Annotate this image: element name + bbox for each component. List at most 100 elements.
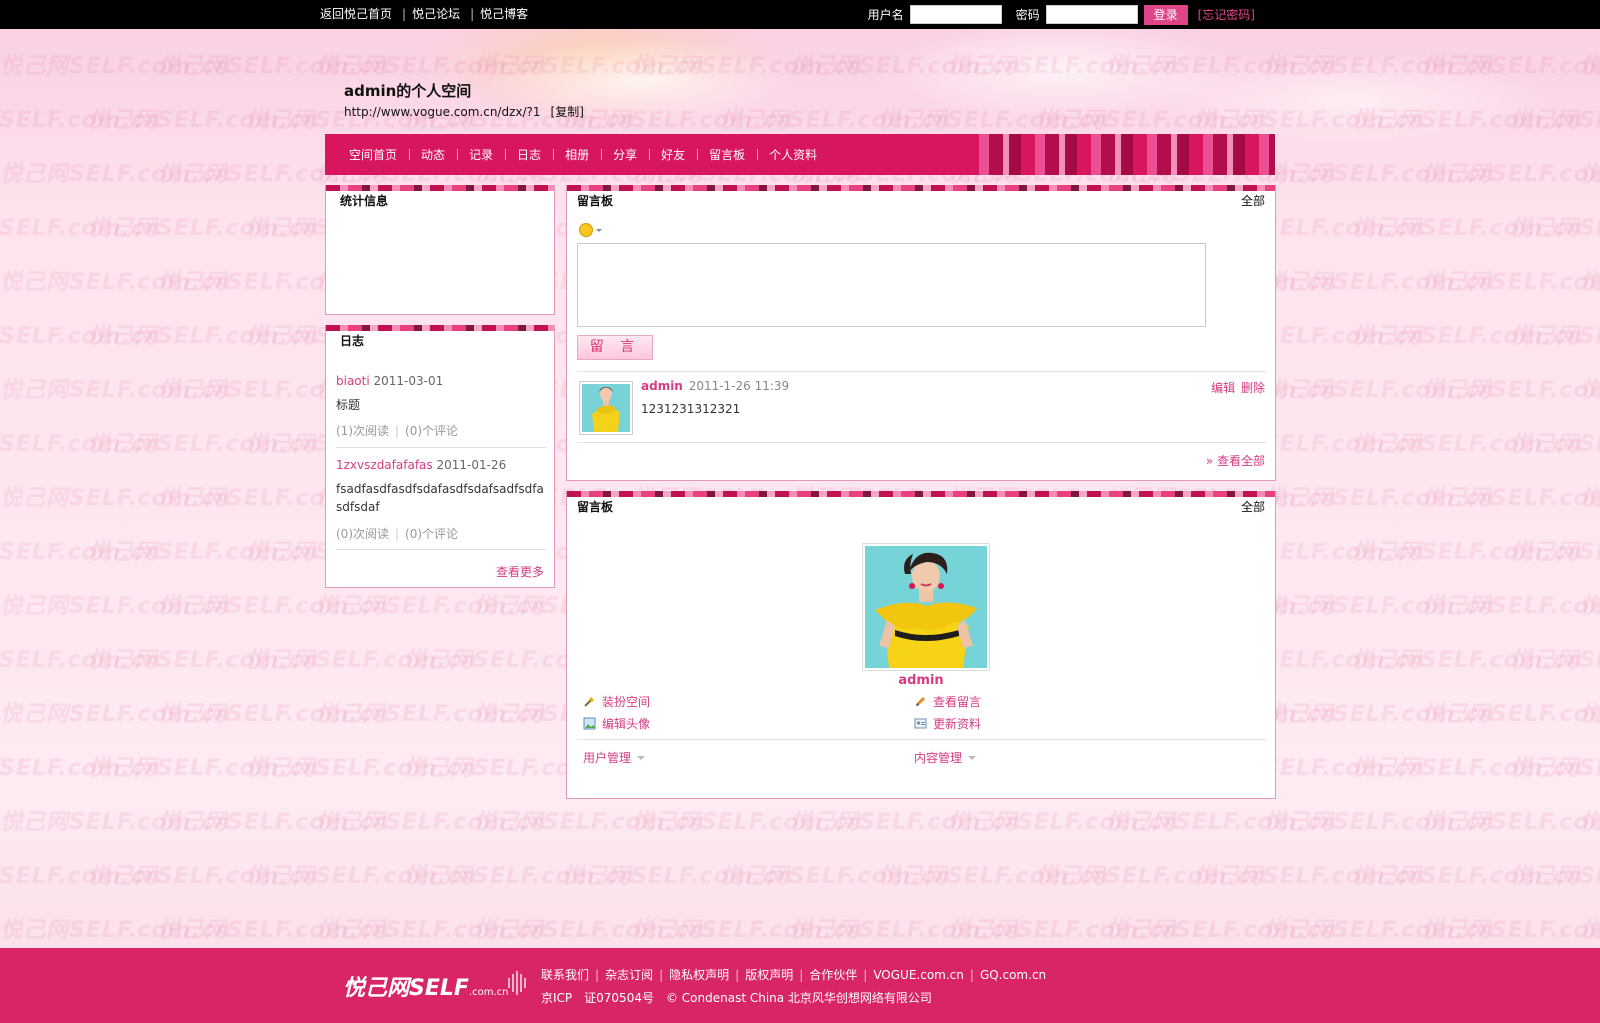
- password-label: 密码: [1015, 8, 1040, 22]
- divider: [336, 549, 546, 550]
- post-message-button[interactable]: 留 言: [577, 335, 653, 360]
- footer-link-contact[interactable]: 联系我们: [541, 968, 589, 982]
- user-manage-dropdown[interactable]: 用户管理: [583, 749, 646, 766]
- picture-icon: [583, 717, 596, 730]
- panel-stripe: [567, 185, 1275, 191]
- profile-avatar[interactable]: [862, 543, 990, 671]
- top-links: 返回悦己首页 | 悦己论坛 | 悦己博客: [320, 0, 528, 29]
- watermark-text: 悦己网SELF.com.cn: [1510, 324, 1600, 349]
- blog-entry-reads: (1)次阅读: [336, 424, 389, 438]
- edit-avatar-link[interactable]: 编辑头像: [583, 715, 650, 732]
- nav-item-share[interactable]: 分享: [601, 146, 649, 163]
- divider: [577, 442, 1266, 443]
- message-input[interactable]: [577, 243, 1206, 327]
- login-button[interactable]: 登录: [1143, 4, 1188, 25]
- watermark-text: 悦己网SELF.com.cn: [1422, 270, 1600, 295]
- profile-all-link[interactable]: 全部: [1241, 498, 1265, 515]
- username-label: 用户名: [867, 8, 904, 22]
- avatar[interactable]: [579, 381, 633, 435]
- divider: [577, 371, 1266, 372]
- blog-entry-comments: (0)个评论: [405, 424, 459, 438]
- watermark-text: 悦己网SELF.com.cn: [1580, 588, 1600, 620]
- watermark-text: 悦己网SELF.com.cn: [1580, 372, 1600, 404]
- watermark-text: 悦己网SELF.com.cn: [1422, 378, 1600, 403]
- view-messages-link[interactable]: 查看留言: [914, 693, 981, 710]
- nav-item-friends[interactable]: 好友: [649, 146, 697, 163]
- content-manage-dropdown[interactable]: 内容管理: [914, 749, 977, 766]
- watermark-text: 悦己网SELF.com.cn: [1422, 918, 1600, 943]
- pencil-icon: [916, 697, 925, 706]
- footer-icp: 京ICP 证070504号 © Condenast China 北京风华创想网络…: [541, 991, 932, 1005]
- blog-entry-date: 2011-03-01: [373, 374, 444, 388]
- divider: [577, 739, 1266, 740]
- blog-entry-title[interactable]: 1zxvszdafafafas: [336, 458, 433, 472]
- footer-link-privacy[interactable]: 隐私权声明: [669, 968, 729, 982]
- watermark-text: 悦己网SELF.com.cn: [1510, 540, 1600, 565]
- watermark-text: 悦己网SELF.com.cn: [1422, 54, 1600, 79]
- footer-link-vogue[interactable]: VOGUE.com.cn: [873, 968, 964, 982]
- separator: |: [659, 968, 664, 982]
- message-actions: 编辑 删除: [1211, 379, 1265, 396]
- footer-link-gq[interactable]: GQ.com.cn: [980, 968, 1046, 982]
- nav-item-profile[interactable]: 个人资料: [757, 146, 829, 163]
- update-profile-link[interactable]: 更新资料: [914, 715, 981, 732]
- id-card-icon: [914, 718, 927, 729]
- blog-entry: biaoti 2011-03-01 标题 (1)次阅读 | (0)个评论: [336, 374, 546, 439]
- update-profile-label: 更新资料: [933, 717, 982, 731]
- nav-item-guestbook[interactable]: 留言板: [697, 146, 757, 163]
- guestbook-all-link[interactable]: 全部: [1241, 192, 1265, 209]
- message-author[interactable]: admin: [641, 379, 683, 393]
- password-input[interactable]: [1045, 5, 1138, 24]
- space-url: http://www.vogue.com.cn/dzx/?1: [344, 105, 541, 119]
- watermark-text: 悦己网SELF.com.cn: [1422, 594, 1600, 619]
- footer-logo: 悦己网SELF.com.cn: [343, 970, 508, 1002]
- copy-link[interactable]: [复制]: [551, 105, 584, 119]
- profile-panel: 留言板 全部 admin 装扮空间 查看留言 编辑头像 更新资料 用户管理 内容…: [566, 491, 1276, 799]
- panel-title: 留言板: [577, 194, 614, 208]
- footer-link-copyright[interactable]: 版权声明: [745, 968, 793, 982]
- message-text: 1231231312321: [641, 402, 741, 416]
- top-bar: 返回悦己首页 | 悦己论坛 | 悦己博客 用户名 密码 登录 [忘记密码]: [0, 0, 1600, 29]
- chevron-down-icon: [968, 755, 977, 764]
- panel-title: 统计信息: [340, 194, 389, 208]
- footer-link-subscribe[interactable]: 杂志订阅: [605, 968, 653, 982]
- nav-item-home[interactable]: 空间首页: [337, 146, 409, 163]
- watermark-text: 悦己网SELF.com.cn: [1580, 156, 1600, 188]
- watermark-text: 悦己网SELF.com.cn: [1422, 162, 1600, 187]
- blog-entry-summary: 标题: [336, 398, 361, 412]
- watermark-text: 悦己网SELF.com.cn: [1580, 48, 1600, 80]
- panel-stripe: [567, 491, 1275, 497]
- nav-item-records[interactable]: 记录: [457, 146, 505, 163]
- panel-stripe: [326, 185, 554, 191]
- profile-avatar-image: [865, 546, 987, 668]
- separator: |: [969, 968, 974, 982]
- nav-item-album[interactable]: 相册: [553, 146, 601, 163]
- watermark-text: 悦己网SELF.com.cn: [1510, 864, 1600, 889]
- username-input[interactable]: [909, 5, 1002, 24]
- profile-username[interactable]: admin: [567, 673, 1275, 688]
- guestbook-panel: 留言板 全部 留 言 admin 2011-1-26 11:39 1231231…: [566, 185, 1276, 481]
- forgot-password-link[interactable]: [忘记密码]: [1198, 6, 1255, 23]
- delete-link[interactable]: 删除: [1241, 381, 1265, 395]
- edit-link[interactable]: 编辑: [1211, 381, 1235, 395]
- link-home[interactable]: 返回悦己首页: [320, 7, 392, 21]
- blog-entry-summary: fsadfasdfasdfsdafasdfsdafsadfsdfasdfsdaf: [336, 482, 544, 514]
- nav-list: 空间首页 动态 记录 日志 相册 分享 好友 留言板 个人资料: [325, 134, 829, 175]
- separator: |: [799, 968, 804, 982]
- blog-more-link[interactable]: 查看更多: [496, 563, 544, 580]
- nav-item-blog[interactable]: 日志: [505, 146, 553, 163]
- footer-logo-text: 悦己网SELF: [343, 976, 469, 1001]
- watermark-text: 悦己网SELF.com.cn: [1510, 648, 1600, 673]
- watermark-text: 悦己网SELF.com.cn: [1580, 912, 1600, 944]
- smiley-icon[interactable]: [579, 223, 602, 237]
- nav-item-feed[interactable]: 动态: [409, 146, 457, 163]
- blog-entry-comments: (0)个评论: [405, 527, 459, 541]
- view-all-link[interactable]: » 查看全部: [1206, 452, 1265, 469]
- link-blog[interactable]: 悦己博客: [480, 7, 528, 21]
- nav-stripes: [965, 134, 1275, 175]
- footer-link-partners[interactable]: 合作伙伴: [809, 968, 857, 982]
- brush-icon: [584, 697, 594, 707]
- link-forum[interactable]: 悦己论坛: [412, 7, 460, 21]
- decorate-space-link[interactable]: 装扮空间: [583, 693, 650, 710]
- blog-entry-title[interactable]: biaoti: [336, 374, 370, 388]
